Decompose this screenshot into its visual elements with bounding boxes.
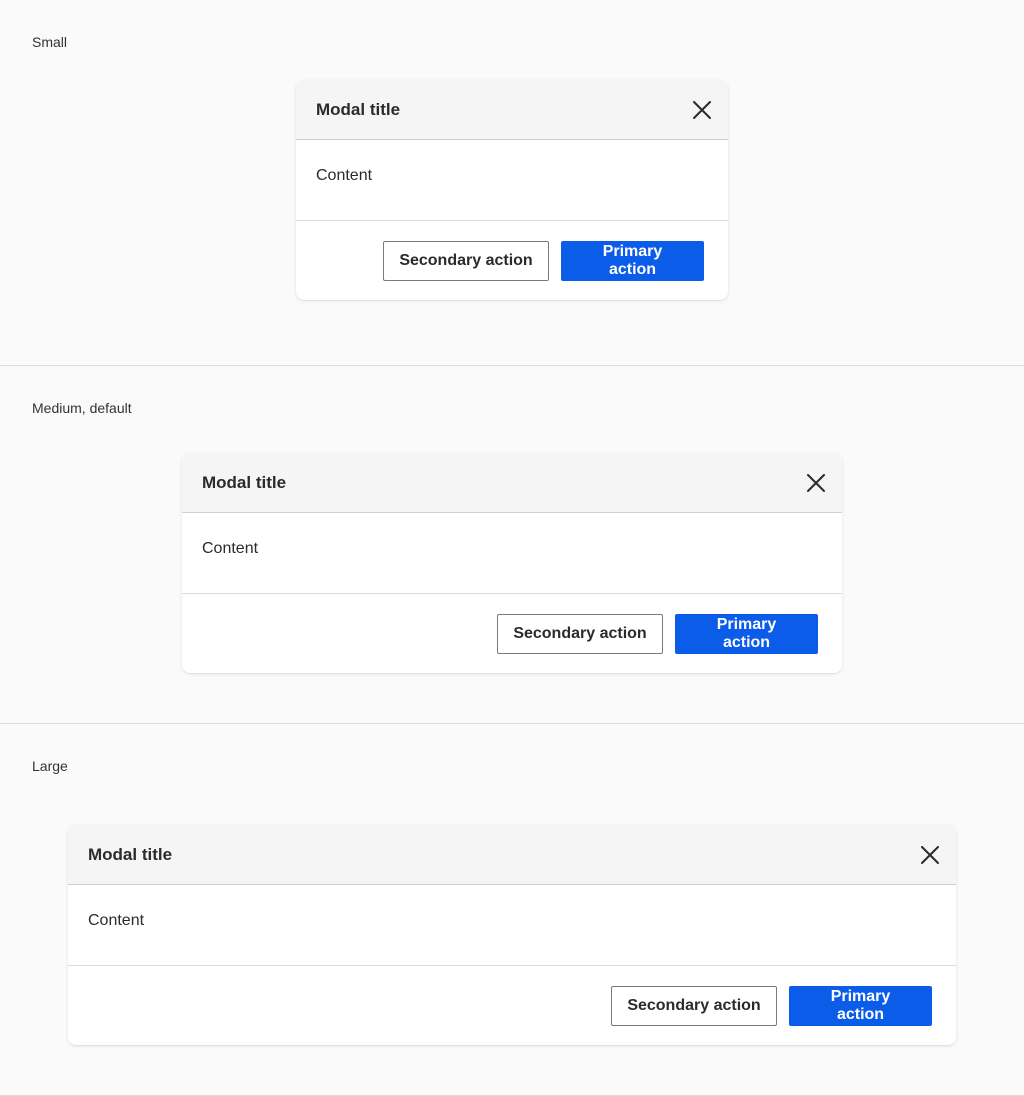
close-icon bbox=[693, 100, 711, 119]
secondary-action-button[interactable]: Secondary action bbox=[383, 240, 549, 281]
secondary-action-button[interactable]: Secondary action bbox=[497, 613, 663, 654]
modal-header: Modal title bbox=[296, 80, 728, 140]
modal-header: Modal title bbox=[68, 825, 956, 885]
modal-large: Modal title Content Secondary action Pri… bbox=[68, 825, 956, 1045]
section-label: Medium, default bbox=[32, 400, 132, 416]
secondary-action-button[interactable]: Secondary action bbox=[611, 985, 777, 1026]
primary-action-button[interactable]: Primary action bbox=[561, 240, 704, 281]
primary-action-button[interactable]: Primary action bbox=[789, 985, 932, 1026]
modal-footer: Secondary action Primary action bbox=[182, 594, 842, 673]
modal-title: Modal title bbox=[88, 844, 173, 864]
modal-title: Modal title bbox=[202, 472, 287, 492]
close-icon bbox=[921, 845, 939, 864]
close-button[interactable] bbox=[802, 469, 830, 497]
section-label: Small bbox=[32, 34, 68, 50]
section-large: Large Modal title Content Secondary acti… bbox=[0, 724, 1024, 1096]
section-label: Large bbox=[32, 758, 68, 774]
close-button[interactable] bbox=[916, 841, 944, 869]
section-small: Small Modal title Content Secondary acti… bbox=[0, 0, 1024, 366]
modal-header: Modal title bbox=[182, 453, 842, 513]
close-button[interactable] bbox=[688, 96, 716, 124]
modal-content: Content bbox=[182, 513, 842, 594]
modal-footer: Secondary action Primary action bbox=[296, 221, 728, 300]
modal-title: Modal title bbox=[316, 99, 401, 119]
close-icon bbox=[807, 473, 825, 492]
section-medium: Medium, default Modal title Content Seco… bbox=[0, 366, 1024, 724]
modal-footer: Secondary action Primary action bbox=[68, 966, 956, 1045]
modal-medium: Modal title Content Secondary action Pri… bbox=[182, 453, 842, 673]
modal-content: Content bbox=[296, 140, 728, 221]
modal-content: Content bbox=[68, 885, 956, 966]
primary-action-button[interactable]: Primary action bbox=[675, 613, 818, 654]
modal-small: Modal title Content Secondary action Pri… bbox=[296, 80, 728, 300]
